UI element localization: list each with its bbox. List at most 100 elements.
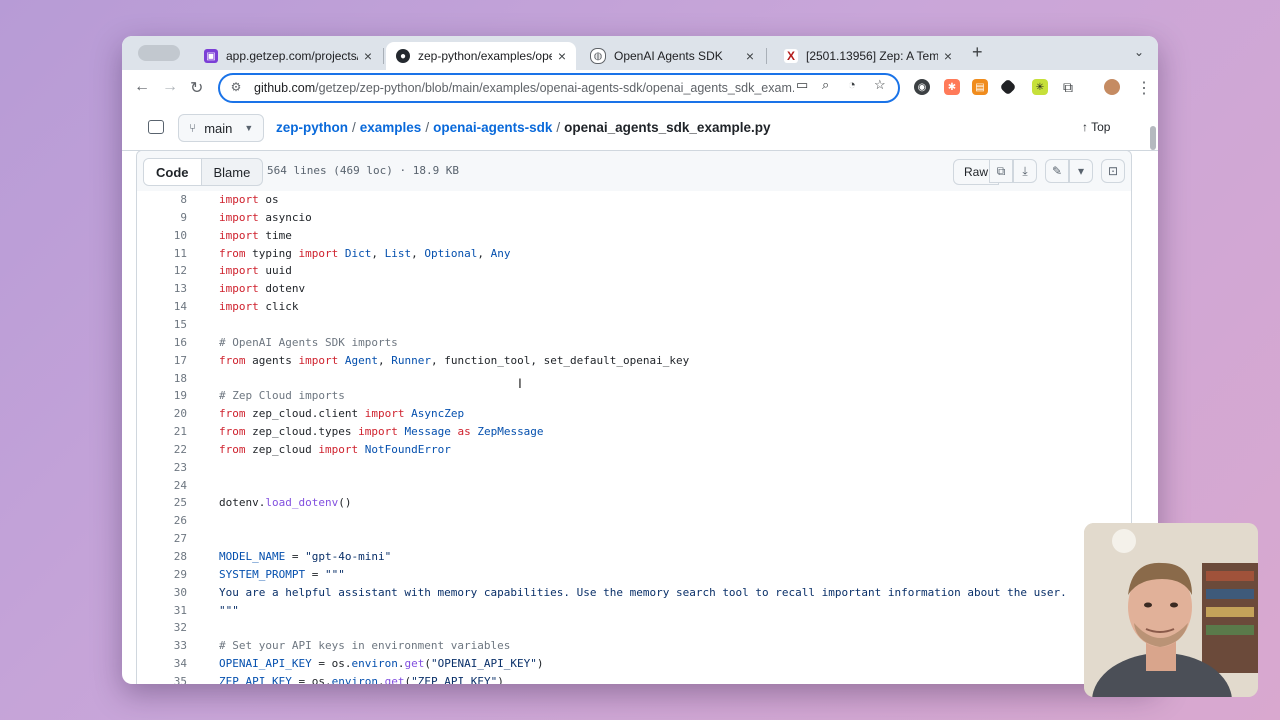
- breadcrumb-examples[interactable]: examples: [360, 120, 422, 135]
- line-number[interactable]: 20: [137, 405, 187, 423]
- tab-openai-agents[interactable]: ◍ OpenAI Agents SDK ×: [580, 42, 764, 70]
- line-number[interactable]: 14: [137, 298, 187, 316]
- code-token: click: [258, 300, 299, 314]
- url-text[interactable]: github.com/getzep/zep-python/blob/main/e…: [254, 81, 794, 95]
- code-text: """: [219, 602, 239, 620]
- line-number[interactable]: 21: [137, 423, 187, 441]
- globe-icon: ◍: [590, 48, 606, 64]
- code-token: uuid: [258, 264, 292, 278]
- tab-search-chevron-icon[interactable]: ⌄: [1134, 45, 1144, 59]
- page-scrollbar[interactable]: [1150, 126, 1156, 150]
- copy-icon[interactable]: ⧉: [989, 159, 1013, 183]
- line-number[interactable]: 35: [137, 673, 187, 684]
- code-token: environ: [351, 657, 398, 671]
- line-number[interactable]: 19: [137, 387, 187, 405]
- line-number[interactable]: 15: [137, 316, 187, 334]
- new-tab-button[interactable]: +: [972, 42, 983, 63]
- line-number[interactable]: 27: [137, 530, 187, 548]
- close-tab-icon[interactable]: ×: [944, 48, 952, 64]
- zoom-icon[interactable]: ⌕: [822, 77, 829, 93]
- branch-selector[interactable]: ⑂ main ▼: [178, 114, 265, 142]
- code-token: .: [377, 674, 385, 684]
- line-number[interactable]: 11: [137, 245, 187, 263]
- breadcrumb-folder[interactable]: openai-agents-sdk: [433, 120, 552, 135]
- line-number[interactable]: 16: [137, 334, 187, 352]
- tab-arxiv[interactable]: X [2501.13956] Zep: A Tempora ×: [774, 42, 962, 70]
- code-text: SYSTEM_PROMPT = """: [219, 566, 345, 584]
- edit-options-chevron-icon[interactable]: ▾: [1069, 159, 1093, 183]
- line-number[interactable]: 22: [137, 441, 187, 459]
- line-number[interactable]: 18: [137, 370, 187, 388]
- arxiv-icon: X: [784, 49, 798, 63]
- code-text: # OpenAI Agents SDK imports: [219, 334, 398, 352]
- code-token: = os.: [311, 657, 352, 671]
- code-tab[interactable]: Code: [144, 159, 202, 185]
- pencil-icon[interactable]: ✎: [1045, 159, 1069, 183]
- extensions-puzzle-icon[interactable]: ⧉: [1060, 79, 1076, 95]
- code-text: import time: [219, 227, 292, 245]
- code-token: import: [219, 300, 259, 314]
- close-tab-icon[interactable]: ×: [364, 48, 372, 64]
- browser-menu-icon[interactable]: ⋮: [1136, 78, 1152, 98]
- site-info-icon[interactable]: ⚙: [228, 80, 244, 96]
- line-number[interactable]: 23: [137, 459, 187, 477]
- code-token: get: [404, 657, 425, 671]
- line-number[interactable]: 33: [137, 637, 187, 655]
- line-number[interactable]: 8: [137, 191, 187, 209]
- line-number[interactable]: 30: [137, 584, 187, 602]
- line-number[interactable]: 12: [137, 262, 187, 280]
- code-token: SYSTEM_PROMPT: [219, 567, 306, 581]
- code-token: get: [384, 674, 405, 684]
- hubspot-icon[interactable]: ✱: [944, 79, 960, 95]
- code-line: 14 import click: [137, 298, 1131, 316]
- window-controls[interactable]: [138, 45, 180, 61]
- extension-icon[interactable]: ◉: [914, 79, 930, 95]
- forward-arrow-icon[interactable]: →: [162, 78, 178, 96]
- code-token: (): [338, 496, 352, 510]
- code-token: zep_cloud: [245, 442, 319, 456]
- breadcrumb-repo[interactable]: zep-python: [276, 120, 348, 135]
- github-icon: ●: [396, 49, 410, 63]
- extension-icon[interactable]: ✳: [1032, 79, 1048, 95]
- code-line: 35 ZEP_API_KEY = os.environ.get("ZEP_API_…: [137, 673, 1131, 684]
- line-number[interactable]: 9: [137, 209, 187, 227]
- line-number[interactable]: 26: [137, 512, 187, 530]
- code-token: "OPENAI_API_KEY": [430, 657, 537, 671]
- top-button[interactable]: ↑ Top: [1082, 120, 1110, 134]
- code-area[interactable]: 8 import os 9 import asyncio 10 import time 11…: [137, 191, 1131, 684]
- bookmark-star-icon[interactable]: ☆: [874, 77, 886, 93]
- performance-icon[interactable]: ◔: [848, 77, 856, 92]
- line-number[interactable]: 17: [137, 352, 187, 370]
- code-line: 26: [137, 512, 1131, 530]
- code-token: ,: [377, 353, 392, 367]
- line-number[interactable]: 24: [137, 477, 187, 495]
- close-tab-icon[interactable]: ×: [558, 48, 566, 64]
- line-number[interactable]: 34: [137, 655, 187, 673]
- code-text: OPENAI_API_KEY = os.environ.get("OPENAI_…: [219, 655, 544, 673]
- extension-icon[interactable]: ▤: [972, 79, 988, 95]
- download-icon[interactable]: ⤓: [1013, 159, 1037, 183]
- line-number[interactable]: 31: [137, 602, 187, 620]
- reload-icon[interactable]: ↻: [190, 78, 203, 98]
- back-arrow-icon[interactable]: ←: [134, 78, 150, 96]
- profile-avatar[interactable]: [1104, 79, 1120, 95]
- blame-tab[interactable]: Blame: [202, 159, 263, 185]
- tab-zep-app[interactable]: ▣ app.getzep.com/projects/9b8 ×: [194, 42, 382, 70]
- code-token: as: [457, 425, 471, 439]
- code-token: import: [358, 425, 398, 439]
- tab-github-active[interactable]: ● zep-python/examples/openai ×: [386, 42, 576, 70]
- cast-icon[interactable]: ▭: [796, 77, 808, 93]
- close-tab-icon[interactable]: ×: [746, 48, 754, 64]
- line-number[interactable]: 32: [137, 619, 187, 637]
- side-panel-icon[interactable]: [148, 120, 164, 134]
- code-token: from: [219, 353, 246, 367]
- extension-icon[interactable]: [999, 78, 1017, 96]
- line-number[interactable]: 28: [137, 548, 187, 566]
- line-number[interactable]: 13: [137, 280, 187, 298]
- line-number[interactable]: 25: [137, 494, 187, 512]
- code-token: import: [364, 407, 405, 421]
- symbols-panel-icon[interactable]: ⊡: [1101, 159, 1125, 183]
- line-number[interactable]: 29: [137, 566, 187, 584]
- line-number[interactable]: 10: [137, 227, 187, 245]
